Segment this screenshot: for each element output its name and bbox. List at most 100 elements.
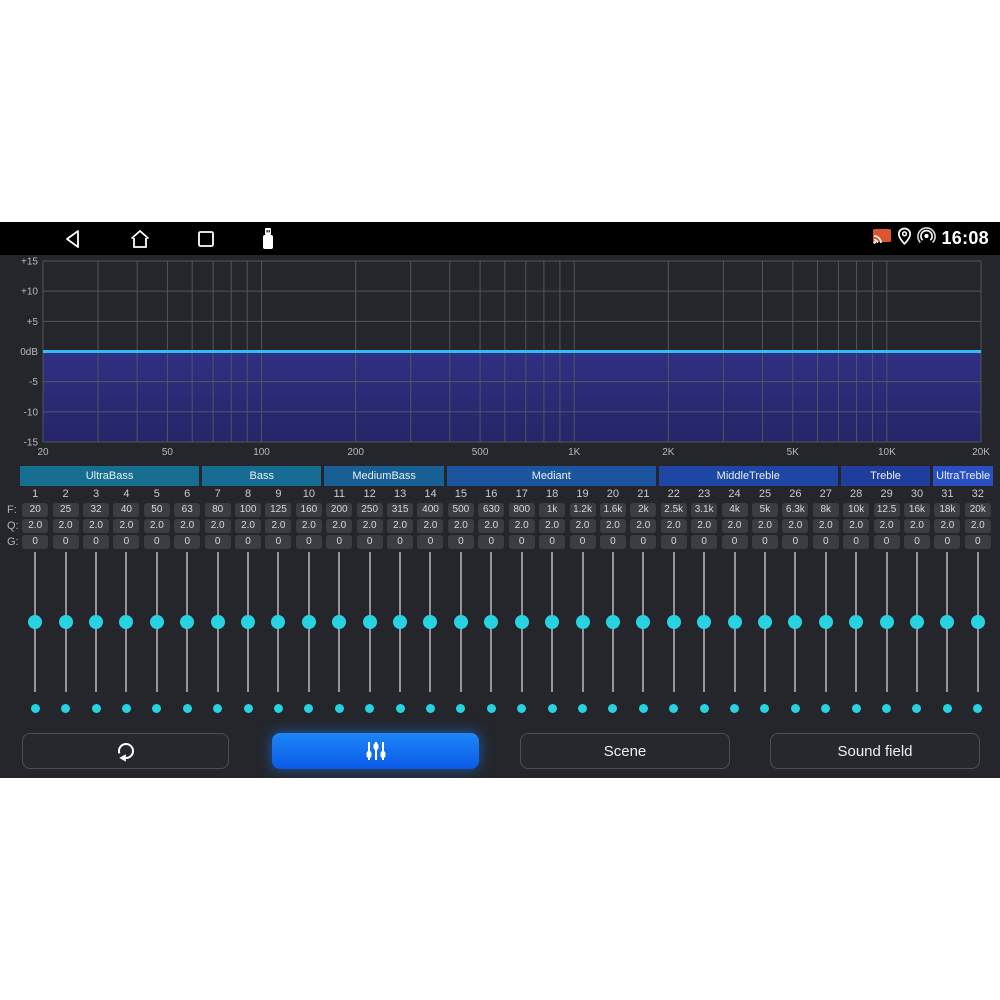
equalizer-tab-button[interactable] [272, 733, 479, 769]
band-slider-30[interactable] [902, 552, 932, 692]
band-slider-25[interactable] [750, 552, 780, 692]
band-number: 10 [303, 488, 315, 500]
home-button[interactable] [128, 227, 152, 251]
slider-thumb[interactable] [180, 615, 194, 629]
band-slider-17[interactable] [507, 552, 537, 692]
band-slider-15[interactable] [446, 552, 476, 692]
slider-thumb[interactable] [271, 615, 285, 629]
band-group-ultratreble: UltraTreble [933, 466, 993, 486]
freq-chip: 500 [448, 503, 474, 517]
band-slider-11[interactable] [324, 552, 354, 692]
slider-thumb[interactable] [89, 615, 103, 629]
slider-thumb[interactable] [880, 615, 894, 629]
slider-thumb[interactable] [150, 615, 164, 629]
slider-thumb[interactable] [849, 615, 863, 629]
slider-thumb[interactable] [636, 615, 650, 629]
band-slider-8[interactable] [233, 552, 263, 692]
slider-thumb[interactable] [667, 615, 681, 629]
q-chip: 2.0 [53, 519, 79, 533]
band-slider-20[interactable] [598, 552, 628, 692]
back-button[interactable] [62, 227, 84, 251]
band-slider-2[interactable] [50, 552, 80, 692]
slider-thumb[interactable] [332, 615, 346, 629]
status-bar: 16:08 [0, 222, 1000, 255]
band-slider-16[interactable] [476, 552, 506, 692]
slider-thumb[interactable] [211, 615, 225, 629]
gain-chip: 0 [478, 535, 504, 549]
band-slider-22[interactable] [659, 552, 689, 692]
band-dot [92, 704, 101, 713]
band-slider-29[interactable] [871, 552, 901, 692]
slider-thumb[interactable] [119, 615, 133, 629]
gain-chip: 0 [509, 535, 535, 549]
slider-thumb[interactable] [728, 615, 742, 629]
slider-thumb[interactable] [423, 615, 437, 629]
band-slider-12[interactable] [354, 552, 384, 692]
reset-button[interactable] [22, 733, 229, 769]
band-slider-28[interactable] [841, 552, 871, 692]
slider-thumb[interactable] [545, 615, 559, 629]
slider-thumb[interactable] [940, 615, 954, 629]
slider-thumb[interactable] [819, 615, 833, 629]
q-chip: 2.0 [539, 519, 565, 533]
slider-thumb[interactable] [788, 615, 802, 629]
sound-field-button[interactable]: Sound field [770, 733, 980, 769]
slider-thumb[interactable] [302, 615, 316, 629]
slider-thumb[interactable] [59, 615, 73, 629]
band-slider-31[interactable] [932, 552, 962, 692]
q-chip: 2.0 [934, 519, 960, 533]
band-slider-9[interactable] [263, 552, 293, 692]
q-chip: 2.0 [782, 519, 808, 533]
slider-thumb[interactable] [28, 615, 42, 629]
band-group-row: UltraBassBassMediumBassMediantMiddleTreb… [20, 466, 993, 486]
band-slider-13[interactable] [385, 552, 415, 692]
band-number: 27 [820, 488, 832, 500]
gain-chip: 0 [722, 535, 748, 549]
slider-thumb[interactable] [515, 615, 529, 629]
svg-text:+5: +5 [27, 317, 39, 328]
band-number: 15 [455, 488, 467, 500]
band-slider-1[interactable] [20, 552, 50, 692]
band-slider-23[interactable] [689, 552, 719, 692]
band-slider-10[interactable] [294, 552, 324, 692]
band-slider-6[interactable] [172, 552, 202, 692]
slider-thumb[interactable] [241, 615, 255, 629]
band-slider-19[interactable] [567, 552, 597, 692]
q-chip: 2.0 [570, 519, 596, 533]
svg-text:50: 50 [162, 447, 174, 458]
band-dot [578, 704, 587, 713]
band-slider-18[interactable] [537, 552, 567, 692]
gain-chip: 0 [539, 535, 565, 549]
slider-thumb[interactable] [910, 615, 924, 629]
slider-thumb[interactable] [454, 615, 468, 629]
band-slider-32[interactable] [963, 552, 993, 692]
band-slider-4[interactable] [111, 552, 141, 692]
slider-thumb[interactable] [484, 615, 498, 629]
freq-chip: 2.5k [661, 503, 687, 517]
slider-thumb[interactable] [576, 615, 590, 629]
band-slider-14[interactable] [415, 552, 445, 692]
slider-thumb[interactable] [393, 615, 407, 629]
band-slider-26[interactable] [780, 552, 810, 692]
slider-thumb[interactable] [363, 615, 377, 629]
band-dot [152, 704, 161, 713]
recents-button[interactable] [196, 227, 216, 251]
slider-thumb[interactable] [971, 615, 985, 629]
band-slider-5[interactable] [142, 552, 172, 692]
svg-text:20: 20 [37, 447, 49, 458]
scene-button[interactable]: Scene [520, 733, 730, 769]
slider-thumb[interactable] [758, 615, 772, 629]
band-slider-3[interactable] [81, 552, 111, 692]
band-dot [912, 704, 921, 713]
band-dot [730, 704, 739, 713]
band-slider-7[interactable] [202, 552, 232, 692]
slider-thumb[interactable] [697, 615, 711, 629]
band-slider-21[interactable] [628, 552, 658, 692]
frequency-row: 2025324050638010012516020025031540050063… [20, 503, 993, 517]
gain-chip: 0 [904, 535, 930, 549]
band-slider-24[interactable] [719, 552, 749, 692]
location-icon [897, 227, 912, 250]
band-slider-27[interactable] [811, 552, 841, 692]
svg-text:10K: 10K [878, 447, 896, 458]
slider-thumb[interactable] [606, 615, 620, 629]
